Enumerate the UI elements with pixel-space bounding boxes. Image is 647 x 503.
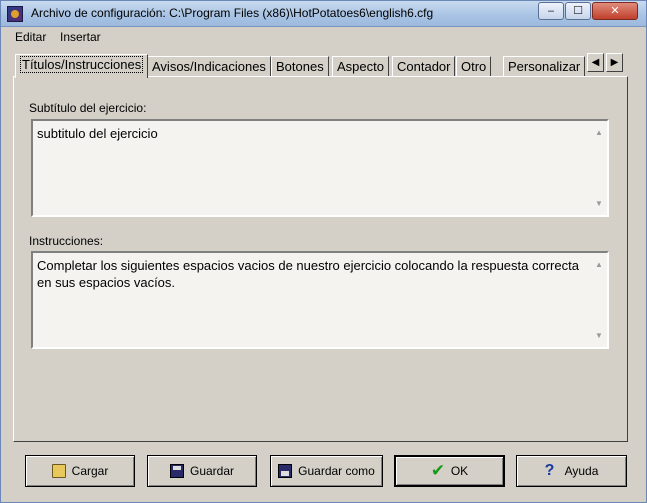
instructions-scrollbar[interactable]: ▲ ▼ bbox=[591, 253, 607, 347]
tab-contador[interactable]: Contador bbox=[392, 56, 456, 77]
title-bar[interactable]: Archivo de configuración: C:\Program Fil… bbox=[1, 1, 646, 27]
instructions-field[interactable]: Completar los siguientes espacios vacios… bbox=[31, 251, 609, 349]
instructions-text: Completar los siguientes espacios vacios… bbox=[37, 258, 579, 290]
subtitle-field[interactable]: subtitulo del ejercicio ▲ ▼ bbox=[31, 119, 609, 217]
subtitle-scrollbar[interactable]: ▲ ▼ bbox=[591, 121, 607, 215]
save-as-button-label: Guardar como bbox=[298, 464, 375, 478]
help-button[interactable]: ? Ayuda bbox=[516, 455, 627, 487]
floppy-disk-icon bbox=[169, 464, 184, 478]
floppy-disk-save-as-icon bbox=[278, 464, 293, 478]
hotpotatoes-app-icon bbox=[7, 6, 23, 22]
menu-bar: Editar Insertar bbox=[1, 28, 646, 46]
tab-scroll-right-icon[interactable]: ▶ bbox=[606, 53, 623, 72]
tab-otro[interactable]: Otro bbox=[456, 56, 492, 77]
tab-strip: Títulos/Instrucciones Avisos/Indicacione… bbox=[13, 54, 603, 78]
help-button-label: Ayuda bbox=[564, 464, 599, 478]
save-button[interactable]: Guardar bbox=[147, 455, 257, 487]
load-button[interactable]: Cargar bbox=[25, 455, 135, 487]
ok-button-label: OK bbox=[450, 464, 469, 478]
folder-open-icon bbox=[51, 464, 66, 478]
subtitle-label: Subtítulo del ejercicio: bbox=[29, 101, 147, 115]
scroll-down-icon[interactable]: ▼ bbox=[595, 195, 603, 212]
tab-scroll-left-icon[interactable]: ◀ bbox=[587, 53, 604, 72]
maximize-button[interactable]: ☐ bbox=[565, 2, 591, 20]
tab-botones[interactable]: Botones bbox=[271, 56, 329, 77]
tab-panel: Subtítulo del ejercicio: subtitulo del e… bbox=[13, 76, 628, 442]
menu-editar[interactable]: Editar bbox=[15, 30, 46, 44]
tab-aspecto[interactable]: Aspecto bbox=[332, 56, 389, 77]
tab-personalizar[interactable]: Personalizar bbox=[503, 56, 586, 77]
config-window: Archivo de configuración: C:\Program Fil… bbox=[0, 0, 647, 503]
subtitle-text: subtitulo del ejercicio bbox=[37, 126, 158, 141]
load-button-label: Cargar bbox=[71, 464, 109, 478]
tab-titulos-instrucciones[interactable]: Títulos/Instrucciones bbox=[15, 54, 149, 78]
minimize-button[interactable]: ‒ bbox=[538, 2, 564, 20]
tab-avisos-indicaciones[interactable]: Avisos/Indicaciones bbox=[147, 56, 271, 77]
instructions-label: Instrucciones: bbox=[29, 234, 104, 248]
close-button[interactable]: ✕ bbox=[592, 2, 638, 20]
window-title: Archivo de configuración: C:\Program Fil… bbox=[31, 6, 434, 20]
save-as-button[interactable]: Guardar como bbox=[270, 455, 383, 487]
scroll-up-icon[interactable]: ▲ bbox=[595, 256, 603, 273]
save-button-label: Guardar bbox=[189, 464, 235, 478]
scroll-down-icon[interactable]: ▼ bbox=[595, 327, 603, 344]
ok-button[interactable]: ✔ OK bbox=[394, 455, 505, 487]
menu-insertar[interactable]: Insertar bbox=[60, 30, 101, 44]
checkmark-icon: ✔ bbox=[430, 461, 446, 481]
question-mark-icon: ? bbox=[544, 462, 555, 479]
scroll-up-icon[interactable]: ▲ bbox=[595, 124, 603, 141]
